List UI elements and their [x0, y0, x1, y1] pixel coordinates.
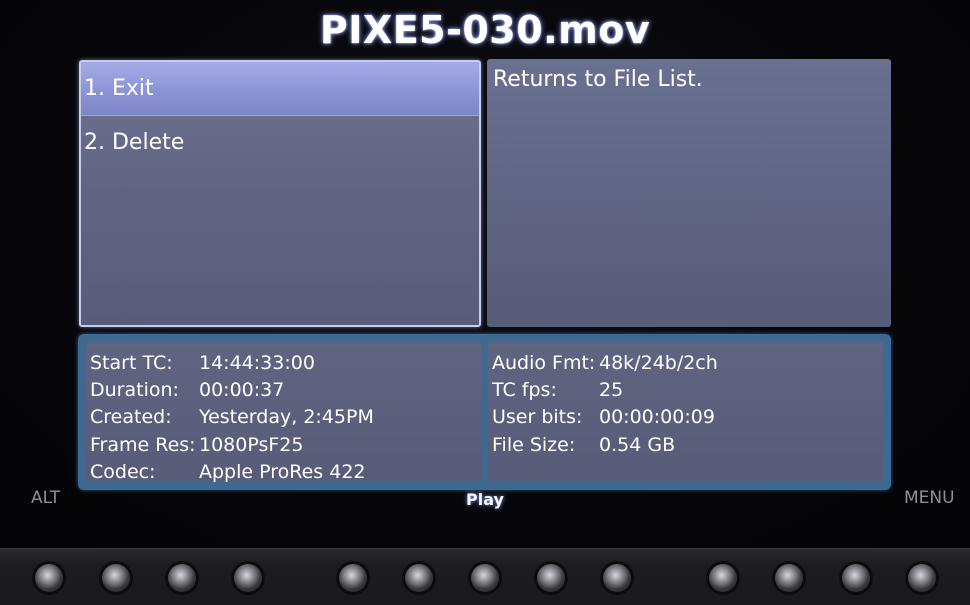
info-key: Duration: [90, 379, 179, 401]
hardware-button-7[interactable] [471, 564, 499, 592]
hardware-button-3[interactable] [168, 564, 196, 592]
description-panel: Returns to File List. [487, 59, 891, 327]
hardware-button-6[interactable] [405, 564, 433, 592]
file-info-right: Audio Fmt: 48k/24b/2ch TC fps: 25 User b… [488, 342, 883, 482]
info-key: User bits: [492, 406, 583, 428]
softkey-menu[interactable]: MENU [904, 488, 955, 508]
info-value: 00:00:37 [199, 379, 285, 401]
menu-item-label: 2. Delete [84, 130, 185, 155]
info-value: 1080PsF25 [199, 434, 304, 456]
info-value: 48k/24b/2ch [599, 352, 718, 374]
hardware-button-4[interactable] [234, 564, 262, 592]
file-title: PIXE5-030.mov [319, 8, 651, 52]
info-value: 25 [599, 379, 624, 401]
hardware-button-13[interactable] [908, 564, 936, 592]
info-key: TC fps: [492, 379, 557, 401]
file-info-panel: Start TC: 14:44:33:00 Duration: 00:00:37… [78, 334, 891, 490]
info-value: 0.54 GB [599, 434, 676, 456]
hardware-button-1[interactable] [35, 564, 63, 592]
info-value: Apple ProRes 422 [199, 461, 366, 483]
info-key: Codec: [90, 461, 156, 483]
info-value: Yesterday, 2:45PM [199, 406, 374, 428]
info-key: File Size: [492, 434, 576, 456]
file-info-left: Start TC: 14:44:33:00 Duration: 00:00:37… [86, 342, 482, 483]
hardware-button-2[interactable] [102, 564, 130, 592]
softkey-play[interactable]: Play [0, 490, 970, 509]
info-key: Audio Fmt: [492, 352, 596, 374]
description-text: Returns to File List. [493, 67, 703, 92]
menu-item-exit[interactable]: 1. Exit [81, 62, 479, 116]
info-value: 00:00:00:09 [599, 406, 715, 428]
info-value: 14:44:33:00 [199, 352, 315, 374]
device-screen: PIXE5-030.mov 1. Exit 2. Delete Returns … [0, 0, 970, 548]
hardware-button-10[interactable] [709, 564, 737, 592]
hardware-button-9[interactable] [603, 564, 631, 592]
info-key: Created: [90, 406, 172, 428]
info-key: Start TC: [90, 352, 173, 374]
menu-item-label: 1. Exit [84, 76, 154, 101]
hardware-button-12[interactable] [842, 564, 870, 592]
menu-item-delete[interactable]: 2. Delete [81, 116, 479, 170]
info-key: Frame Res: [90, 434, 196, 456]
hardware-button-5[interactable] [339, 564, 367, 592]
hardware-button-11[interactable] [775, 564, 803, 592]
action-menu: 1. Exit 2. Delete [79, 60, 481, 327]
hardware-button-8[interactable] [537, 564, 565, 592]
